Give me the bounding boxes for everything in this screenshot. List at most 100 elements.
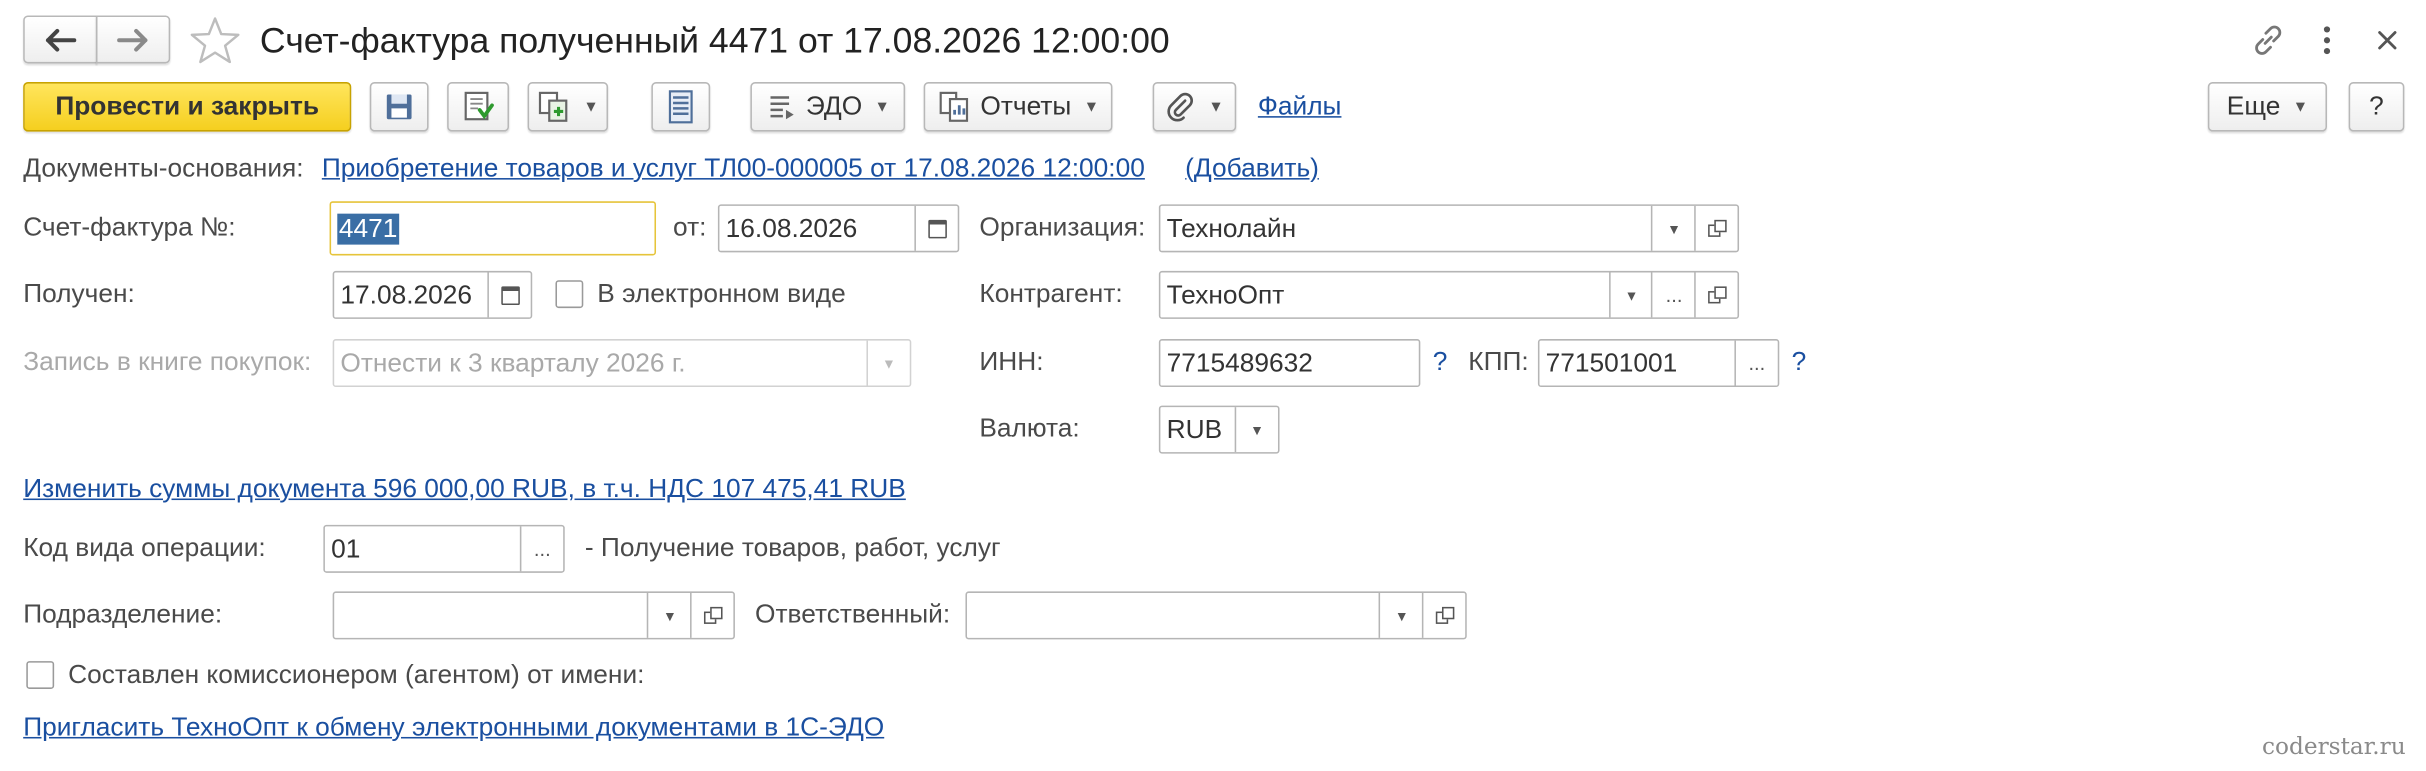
save-button[interactable]	[369, 82, 429, 132]
basis-documents-label: Документы-основания:	[23, 153, 304, 183]
link-button[interactable]	[2250, 22, 2287, 59]
reports-button[interactable]: Отчеты ▼	[923, 82, 1113, 132]
document-journal-button[interactable]	[651, 82, 711, 132]
watermark-text: coderstar.ru	[2262, 732, 2406, 761]
counterparty-value: ТехноОпт	[1166, 280, 1285, 310]
chevron-down-icon: ▼	[1250, 421, 1264, 438]
chevron-down-icon: ▼	[663, 607, 677, 624]
calendar-icon	[500, 285, 520, 305]
invoice-number-input[interactable]: 4471	[329, 201, 657, 256]
organization-input[interactable]: Технолайн ▼	[1158, 204, 1740, 253]
attachments-button[interactable]: ▼	[1152, 82, 1237, 132]
currency-select[interactable]: RUB ▼	[1158, 405, 1280, 454]
commission-agent-checkbox[interactable]	[26, 661, 55, 689]
kpp-input[interactable]: 771501001 ...	[1537, 339, 1780, 388]
currency-value: RUB	[1166, 414, 1223, 445]
help-button[interactable]: ?	[2348, 82, 2405, 132]
division-input[interactable]: ▼	[332, 591, 735, 640]
from-date-value: 16.08.2026	[725, 213, 858, 244]
currency-dropdown-button[interactable]: ▼	[1234, 407, 1278, 453]
add-basis-link[interactable]: (Добавить)	[1185, 153, 1319, 184]
more-label: Еще	[2226, 91, 2281, 121]
counterparty-input[interactable]: ТехноОпт ▼ ...	[1158, 270, 1740, 319]
counterparty-open-button[interactable]	[1694, 272, 1737, 318]
close-icon	[2378, 31, 2397, 50]
post-button[interactable]	[447, 82, 510, 132]
invoice-number-value: 4471	[337, 213, 399, 245]
organization-value: Технолайн	[1166, 213, 1297, 244]
chevron-down-icon: ▼	[874, 98, 890, 116]
more-vertical-button[interactable]	[2312, 22, 2343, 59]
ellipsis-label: ...	[533, 537, 551, 561]
back-button[interactable]	[23, 15, 98, 64]
invite-edo-link[interactable]: Пригласить ТехноОпт к обмену электронным…	[23, 712, 884, 743]
link-icon	[2255, 25, 2282, 55]
favorite-star-button[interactable]	[189, 14, 242, 67]
received-date-value: 17.08.2026	[340, 280, 473, 310]
responsible-open-button[interactable]	[1421, 592, 1465, 638]
counterparty-select-button[interactable]: ...	[1650, 272, 1696, 318]
operation-code-value: 01	[331, 534, 361, 564]
chevron-down-icon: ▼	[1083, 98, 1100, 116]
kpp-select-button[interactable]: ...	[1734, 340, 1777, 386]
inn-help-link[interactable]: ?	[1433, 347, 1448, 378]
received-label: Получен:	[23, 278, 135, 309]
basis-document-link[interactable]: Приобретение товаров и услуг ТЛ00-000005…	[322, 153, 1145, 184]
arrow-left-icon	[45, 28, 77, 51]
arrow-right-icon	[117, 28, 148, 51]
operation-code-input[interactable]: 01 ...	[323, 524, 565, 573]
counterparty-dropdown-button[interactable]: ▼	[1609, 272, 1652, 318]
from-date-label: от:	[673, 212, 707, 242]
more-button[interactable]: Еще ▼	[2207, 82, 2327, 132]
division-dropdown-button[interactable]: ▼	[646, 592, 692, 638]
organization-open-button[interactable]	[1694, 205, 1737, 251]
open-in-window-icon	[1435, 606, 1454, 625]
calendar-icon	[927, 219, 947, 238]
operation-code-select-button[interactable]: ...	[519, 526, 563, 572]
electronic-form-label: В электронном виде	[597, 278, 846, 309]
division-open-button[interactable]	[690, 592, 733, 638]
from-date-input[interactable]: 16.08.2026	[717, 204, 960, 253]
division-label: Подразделение:	[23, 599, 223, 629]
window-title: Счет-фактура полученный 4471 от 17.08.20…	[259, 20, 1170, 61]
ledger-record-select: Отнести к 3 кварталу 2026 г. ▼	[332, 339, 912, 388]
operation-code-label: Код вида операции:	[23, 532, 266, 562]
create-based-on-icon	[538, 91, 568, 122]
responsible-label: Ответственный:	[755, 599, 951, 629]
more-vertical-icon	[2323, 26, 2331, 55]
received-calendar-button[interactable]	[487, 272, 530, 318]
edo-label: ЭДО	[805, 91, 863, 121]
organization-dropdown-button[interactable]: ▼	[1650, 205, 1696, 251]
inn-input[interactable]: 7715489632	[1158, 339, 1421, 388]
open-in-window-icon	[1707, 219, 1726, 238]
responsible-dropdown-button[interactable]: ▼	[1378, 592, 1424, 638]
forward-button[interactable]	[95, 15, 171, 64]
paperclip-icon	[1167, 92, 1194, 122]
help-label: ?	[2369, 91, 2384, 121]
open-in-window-icon	[1707, 285, 1726, 305]
star-icon	[190, 17, 240, 64]
post-and-close-button[interactable]: Провести и закрыть	[23, 82, 352, 132]
close-button[interactable]	[2370, 22, 2404, 59]
reports-icon	[939, 91, 968, 122]
chevron-down-icon: ▼	[1394, 607, 1409, 624]
change-sums-link[interactable]: Изменить суммы документа 596 000,00 RUB,…	[23, 474, 906, 505]
responsible-input[interactable]: ▼	[965, 591, 1467, 640]
calendar-button[interactable]	[914, 205, 957, 251]
post-and-close-label: Провести и закрыть	[55, 91, 320, 121]
inn-value: 7715489632	[1166, 348, 1313, 378]
kpp-help-link[interactable]: ?	[1792, 347, 1807, 378]
chevron-down-icon: ▼	[583, 98, 599, 116]
reports-label: Отчеты	[980, 91, 1072, 121]
electronic-form-checkbox[interactable]	[555, 280, 584, 309]
organization-label: Организация:	[979, 212, 1146, 242]
chevron-down-icon: ▼	[1624, 287, 1639, 303]
chevron-down-icon: ▼	[1208, 98, 1224, 116]
edo-button[interactable]: ЭДО ▼	[750, 82, 906, 132]
chevron-down-icon: ▼	[2292, 98, 2309, 116]
edo-document-icon	[770, 96, 794, 120]
create-based-on-button[interactable]: ▼	[527, 82, 609, 132]
received-date-input[interactable]: 17.08.2026	[332, 270, 533, 319]
files-link[interactable]: Файлы	[1258, 91, 1342, 122]
open-in-window-icon	[703, 606, 722, 625]
